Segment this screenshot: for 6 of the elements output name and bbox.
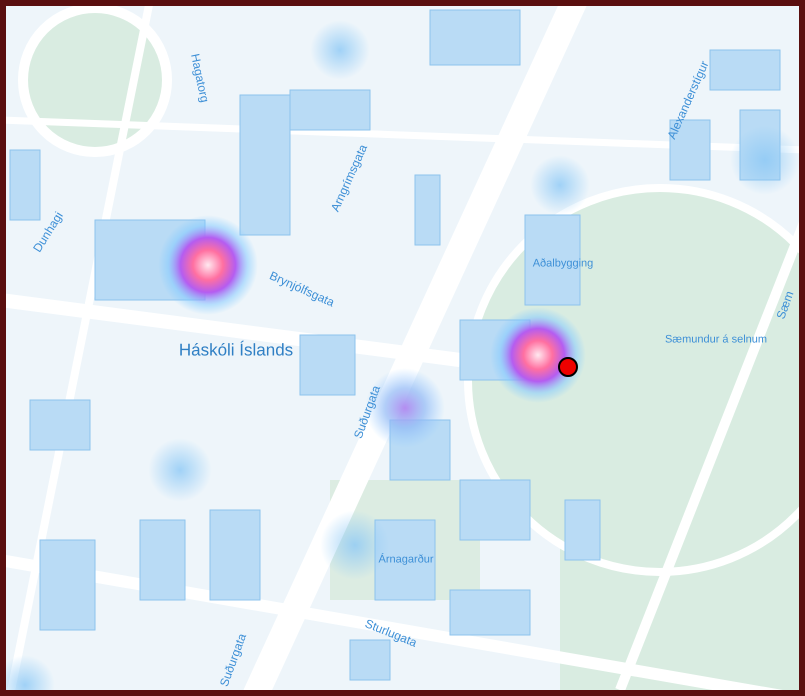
- place-label: Sæmundur á selnum: [664, 334, 768, 346]
- place-label: Árnagarður: [378, 554, 434, 566]
- street-label: Hagatorg: [189, 52, 211, 104]
- district-label: Háskóli Íslands: [178, 342, 294, 358]
- street-label: Sæm: [774, 289, 796, 321]
- place-label: Aðalbygging: [532, 258, 594, 270]
